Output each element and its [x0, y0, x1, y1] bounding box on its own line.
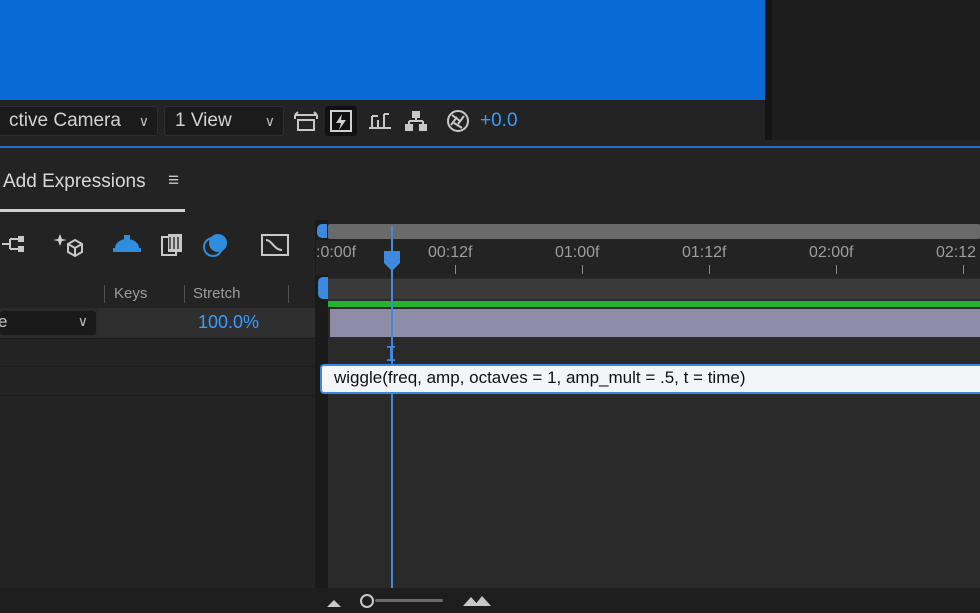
- ruler-tick: [582, 265, 583, 274]
- shy-layers-icon[interactable]: [110, 230, 144, 260]
- timeline-toggle-icon[interactable]: [364, 106, 396, 136]
- ruler-tick: [455, 265, 456, 274]
- ruler-label: 00:12f: [428, 244, 473, 261]
- flowchart-icon[interactable]: [400, 106, 432, 136]
- stretch-column-header[interactable]: Stretch: [193, 285, 241, 302]
- stretch-value[interactable]: 100.0%: [198, 312, 259, 333]
- work-area-start-handle[interactable]: [318, 277, 328, 299]
- column-divider[interactable]: [104, 285, 105, 303]
- toggle-pixel-aspect-icon[interactable]: [290, 106, 322, 136]
- draft-3d-icon[interactable]: [52, 230, 86, 260]
- row-divider: [0, 338, 315, 339]
- row-divider: [0, 395, 315, 396]
- zoom-out-icon[interactable]: [326, 595, 342, 613]
- ruler-label: 01:00f: [555, 244, 600, 261]
- ruler-tick: [963, 265, 964, 274]
- playhead-head-icon[interactable]: [383, 250, 401, 277]
- text-cursor-icon: I: [385, 342, 398, 366]
- column-divider[interactable]: [288, 285, 289, 303]
- dropdown-text: e: [0, 312, 8, 331]
- fast-previews-icon[interactable]: [325, 106, 357, 136]
- chevron-down-icon: ∨: [77, 313, 88, 329]
- exposure-reset-icon[interactable]: [442, 106, 474, 136]
- timeline-tab-title[interactable]: Add Expressions: [3, 171, 146, 193]
- camera-dropdown[interactable]: ctive Camera ∨: [0, 106, 158, 136]
- chevron-down-icon: ∨: [138, 113, 149, 129]
- exposure-value[interactable]: +0.0: [480, 110, 518, 132]
- column-divider[interactable]: [184, 285, 185, 303]
- expression-hint-text: wiggle(freq, amp, octaves = 1, amp_mult …: [334, 368, 746, 387]
- view-layout-label: 1 View: [175, 110, 232, 131]
- graph-editor-icon[interactable]: [258, 230, 292, 260]
- playhead-line[interactable]: [391, 226, 393, 613]
- zoom-in-icon[interactable]: [462, 594, 492, 612]
- active-tab-indicator: [0, 209, 185, 212]
- row-divider: [0, 366, 315, 367]
- work-area-bar[interactable]: [328, 279, 980, 299]
- panel-divider[interactable]: [765, 0, 772, 140]
- render-status-bar: [328, 301, 980, 307]
- chevron-down-icon: ∨: [264, 113, 275, 129]
- ruler-tick: [709, 265, 710, 274]
- frame-blending-icon[interactable]: [156, 230, 190, 260]
- ruler-tick: [836, 265, 837, 274]
- ruler-label: :0:00f: [316, 244, 357, 261]
- layer-hierarchy-icon[interactable]: [0, 230, 34, 260]
- layer-mode-dropdown[interactable]: e ∨: [0, 311, 96, 335]
- column-header: [0, 282, 315, 306]
- motion-blur-icon[interactable]: [200, 230, 234, 260]
- time-ruler[interactable]: [316, 240, 980, 275]
- panel-menu-icon[interactable]: ≡: [168, 170, 179, 192]
- zoom-slider-track[interactable]: [375, 599, 443, 602]
- view-layout-dropdown[interactable]: 1 View ∨: [164, 106, 284, 136]
- side-panel: [772, 0, 980, 140]
- ruler-label: 02:12: [936, 244, 977, 261]
- camera-dropdown-label: ctive Camera: [9, 110, 121, 131]
- ruler-label: 01:12f: [682, 244, 727, 261]
- layer-duration-bar[interactable]: [330, 309, 980, 337]
- panel-focus-line: [0, 146, 980, 148]
- keys-column-header[interactable]: Keys: [114, 285, 147, 302]
- navigator-start-handle[interactable]: [317, 224, 327, 238]
- composition-viewer[interactable]: [0, 0, 765, 100]
- time-navigator-bar[interactable]: [328, 224, 980, 239]
- ruler-label: 02:00f: [809, 244, 854, 261]
- zoom-slider-handle[interactable]: [360, 594, 374, 608]
